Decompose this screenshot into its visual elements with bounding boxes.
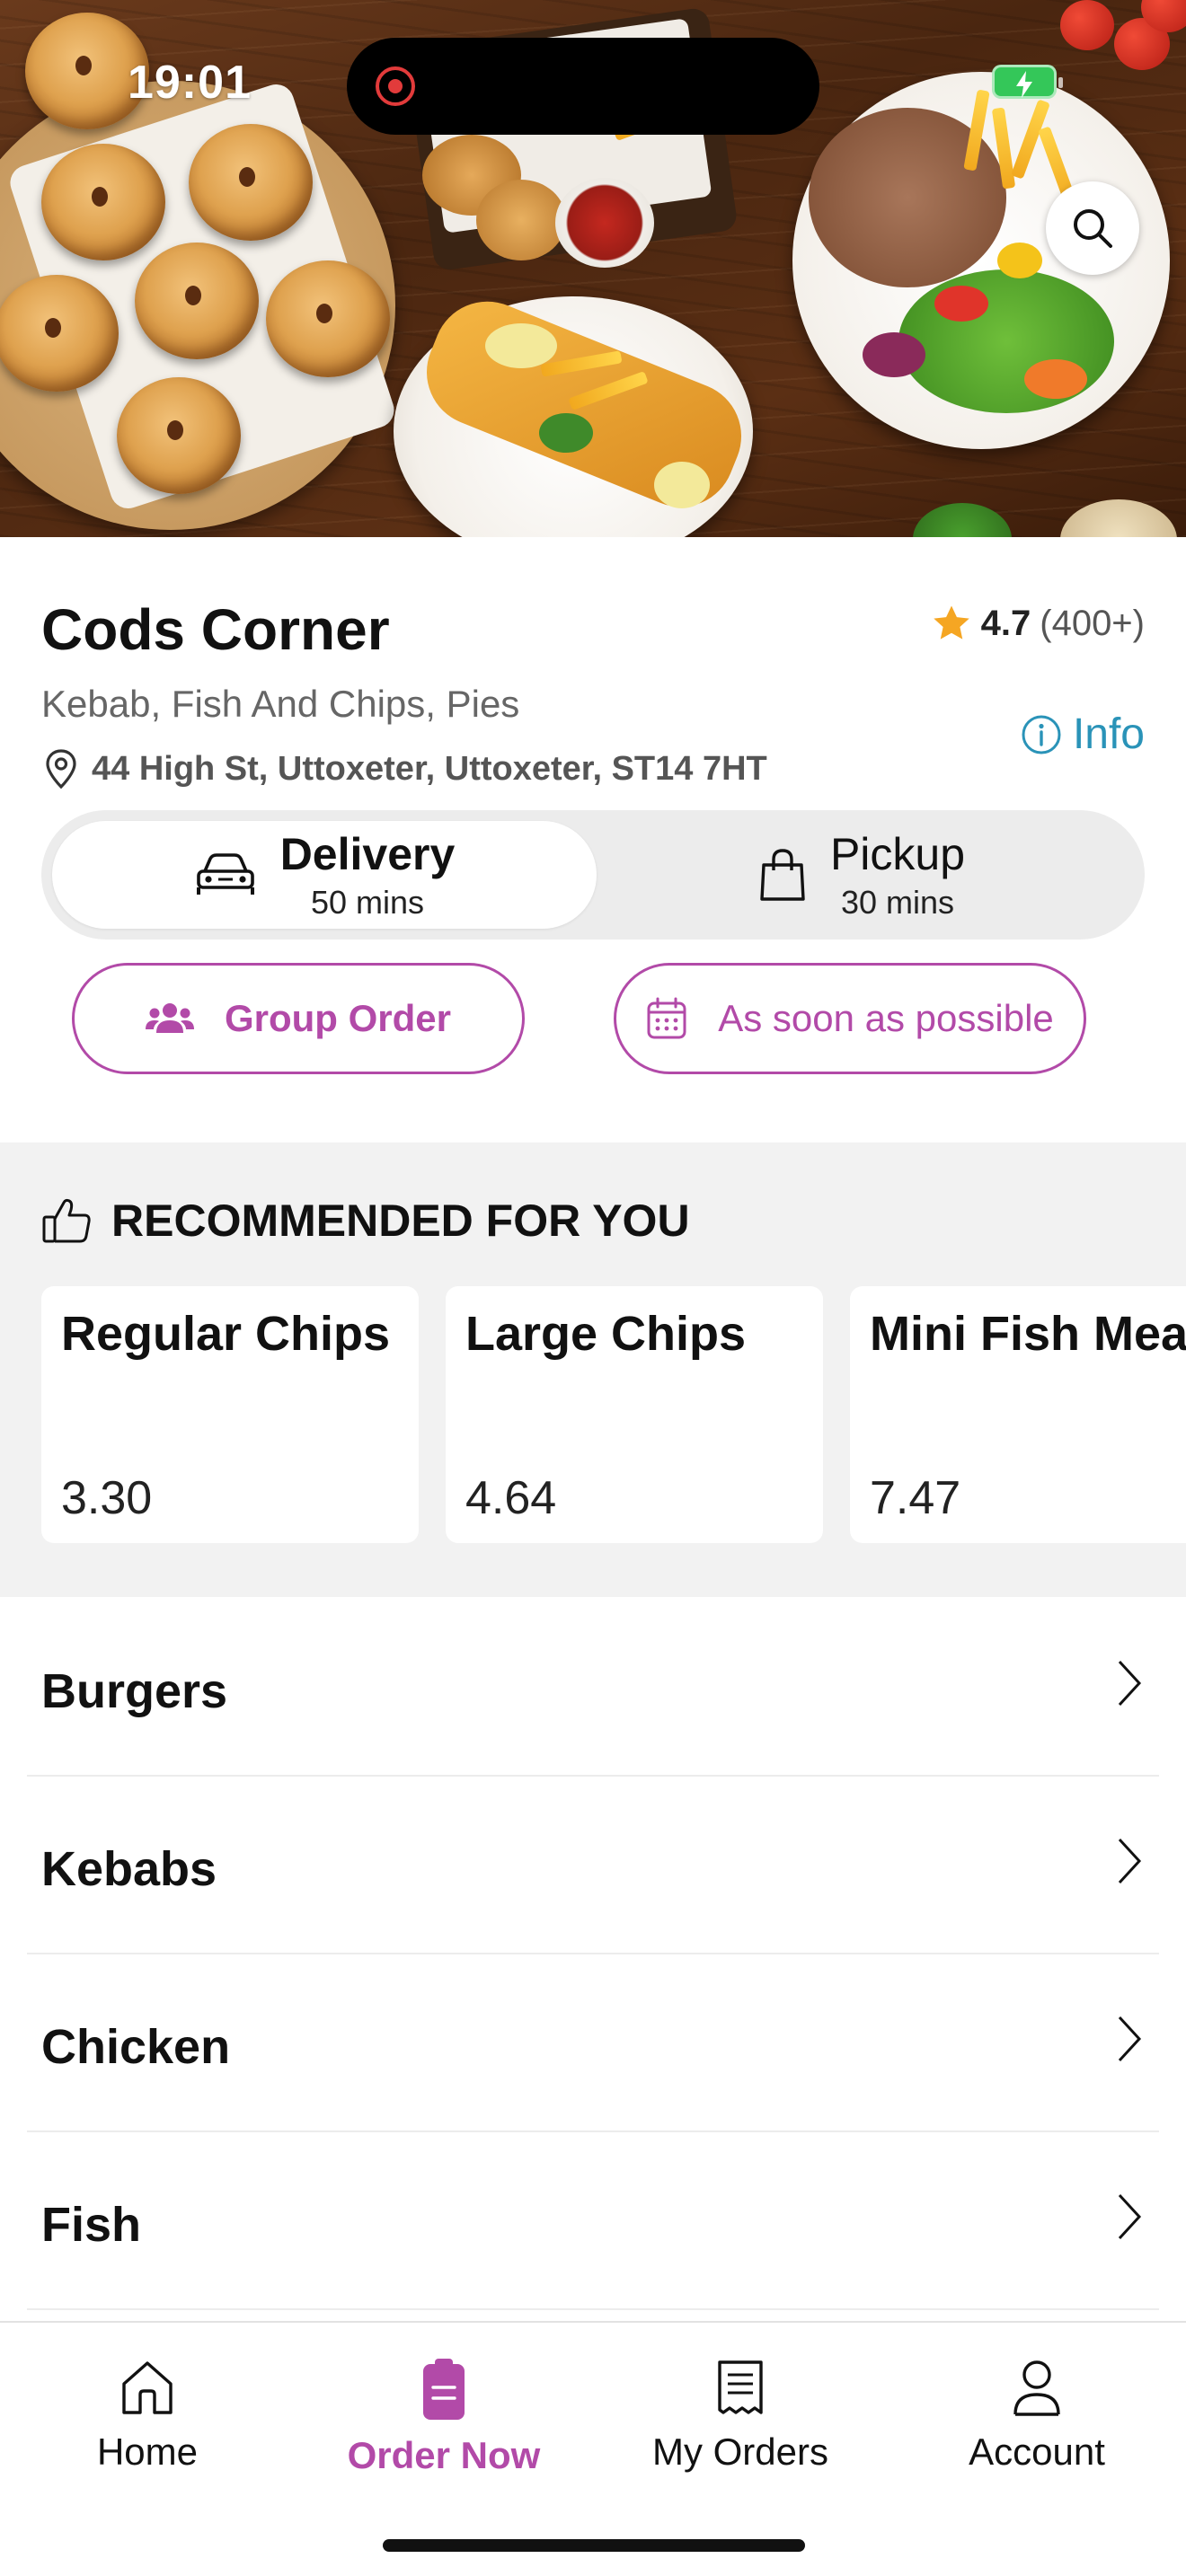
- chevron-right-icon: [1118, 2193, 1142, 2240]
- delivery-option[interactable]: Delivery 50 mins: [52, 821, 597, 929]
- recommended-item[interactable]: Regular Chips 3.30: [41, 1286, 419, 1543]
- info-icon: [1022, 715, 1061, 754]
- order-mode-toggle: Delivery 50 mins Pickup 30 mins: [41, 810, 1145, 940]
- delivery-time: 50 mins: [310, 884, 425, 921]
- dynamic-island: [347, 38, 819, 135]
- restaurant-page: 19:01 Cods Corner 4.7 (400+) Kebab, Fish…: [0, 0, 1186, 2576]
- store-name: Cods Corner: [41, 597, 390, 662]
- chevron-right-icon: [1118, 1660, 1142, 1707]
- tab-account[interactable]: Account: [902, 2359, 1172, 2493]
- category-label: Kebabs: [41, 1842, 217, 1896]
- info-label: Info: [1072, 710, 1145, 758]
- category-label: Fish: [41, 2198, 142, 2252]
- recommended-header: RECOMMENDED FOR YOU: [41, 1195, 690, 1247]
- group-icon: [145, 1003, 194, 1033]
- address-text: 44 High St, Uttoxeter, Uttoxeter, ST14 7…: [92, 749, 767, 788]
- receipt-icon: [718, 2360, 763, 2414]
- group-order-button[interactable]: Group Order: [72, 963, 525, 1074]
- item-price: 7.47: [870, 1472, 961, 1524]
- category-row-chicken[interactable]: Chicken: [27, 1954, 1159, 2132]
- schedule-button[interactable]: As soon as possible: [614, 963, 1086, 1074]
- schedule-label: As soon as possible: [718, 997, 1054, 1039]
- item-price: 4.64: [465, 1472, 557, 1524]
- item-name: Mini Fish Meal: [870, 1307, 1186, 1361]
- bottom-tab-bar: Home Order Now My Orders Account: [0, 2321, 1186, 2576]
- pickup-label: Pickup: [829, 829, 966, 879]
- car-icon: [196, 853, 254, 895]
- search-icon: [1074, 209, 1112, 248]
- tab-my-orders[interactable]: My Orders: [606, 2359, 875, 2493]
- rating-count: (400+): [1040, 604, 1145, 643]
- status-bar-time: 19:01: [128, 57, 252, 109]
- tab-label: Account: [969, 2430, 1105, 2473]
- recommended-section: RECOMMENDED FOR YOU Regular Chips 3.30 L…: [0, 1142, 1186, 1597]
- battery-icon: [992, 65, 1063, 99]
- user-icon: [1013, 2360, 1060, 2416]
- delivery-label: Delivery: [279, 829, 456, 879]
- store-cuisines: Kebab, Fish And Chips, Pies: [41, 683, 520, 725]
- category-row-kebabs[interactable]: Kebabs: [27, 1777, 1159, 1954]
- chevron-right-icon: [1118, 2016, 1142, 2062]
- group-order-label: Group Order: [224, 997, 452, 1039]
- hero-food-image: 19:01: [0, 0, 1186, 537]
- tab-home[interactable]: Home: [13, 2359, 282, 2493]
- star-icon: [933, 605, 969, 640]
- tab-label: Home: [96, 2430, 199, 2473]
- info-link[interactable]: Info: [1021, 710, 1145, 759]
- rating-value: 4.7: [980, 604, 1031, 643]
- pickup-time: 30 mins: [840, 884, 955, 921]
- location-pin-icon: [46, 749, 76, 790]
- home-icon: [122, 2361, 173, 2414]
- order-icon: [423, 2359, 465, 2420]
- shopping-bag-icon: [760, 849, 805, 901]
- category-label: Chicken: [41, 2020, 231, 2074]
- category-label: Burgers: [41, 1664, 228, 1718]
- pickup-option[interactable]: Pickup 30 mins: [589, 821, 1134, 929]
- tab-order-now[interactable]: Order Now: [309, 2359, 579, 2493]
- item-name: Regular Chips: [61, 1307, 391, 1361]
- store-rating: 4.7 (400+): [931, 604, 1145, 644]
- search-button[interactable]: [1046, 181, 1139, 275]
- item-price: 3.30: [61, 1472, 153, 1524]
- recommended-title: RECOMMENDED FOR YOU: [111, 1195, 690, 1246]
- category-row-fish[interactable]: Fish: [27, 2132, 1159, 2310]
- tab-label: My Orders: [651, 2430, 828, 2473]
- recommended-item[interactable]: Mini Fish Meal 7.47: [850, 1286, 1186, 1543]
- thumbs-up-icon: [42, 1198, 91, 1243]
- category-row-burgers[interactable]: Burgers: [27, 1599, 1159, 1777]
- calendar-icon: [647, 997, 686, 1039]
- store-address: 44 High St, Uttoxeter, Uttoxeter, ST14 7…: [41, 747, 767, 790]
- item-name: Large Chips: [465, 1307, 747, 1361]
- screen-recording-icon: [376, 66, 415, 106]
- chevron-right-icon: [1118, 1838, 1142, 1884]
- tab-label: Order Now: [347, 2434, 541, 2476]
- recommended-item[interactable]: Large Chips 4.64: [446, 1286, 823, 1543]
- home-indicator: [383, 2539, 805, 2552]
